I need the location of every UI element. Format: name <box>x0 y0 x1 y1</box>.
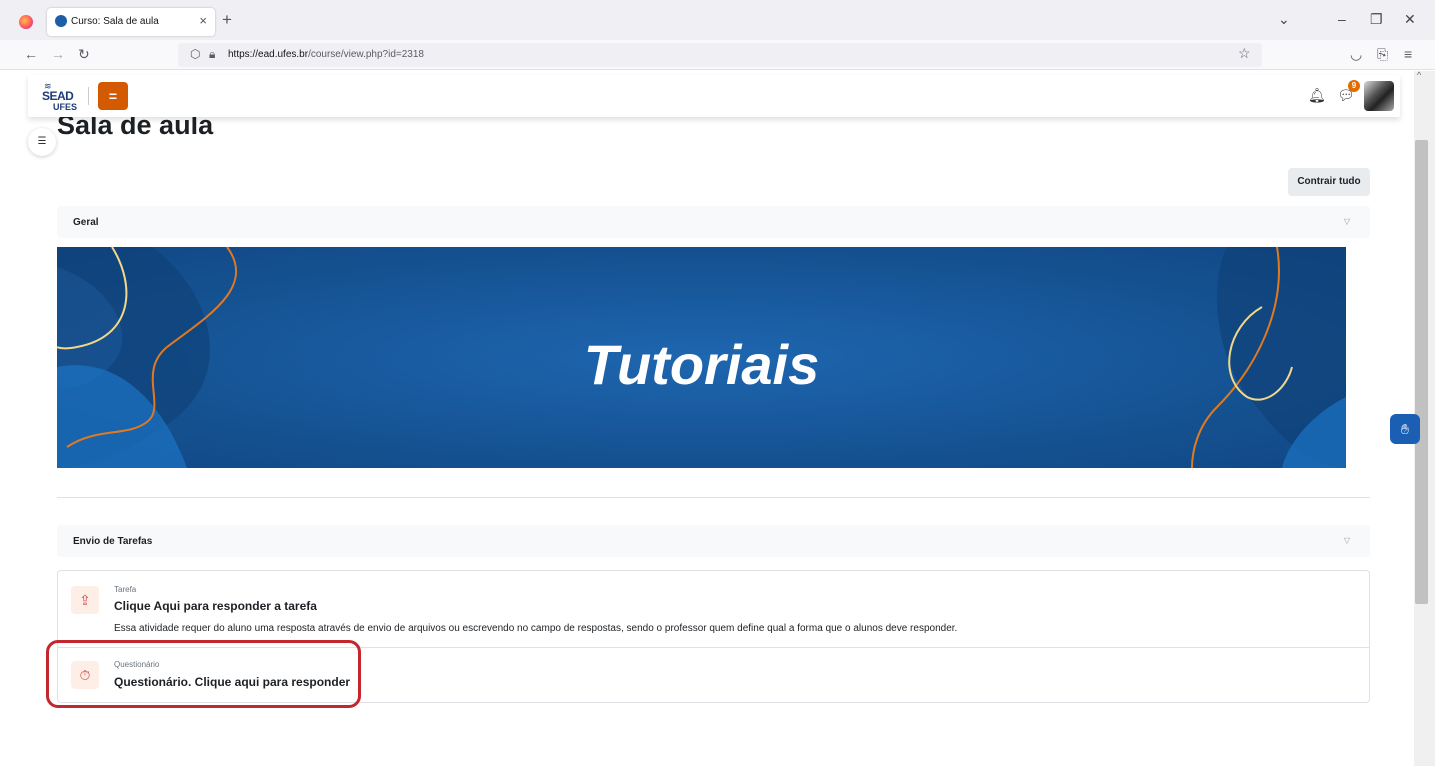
pocket-icon[interactable]: ◡ <box>1350 46 1362 63</box>
restore-icon[interactable]: ❐ <box>1370 11 1383 28</box>
shield-icon[interactable]: ⬡ <box>190 47 200 61</box>
browser-tab-bar: Curso: Sala de aula × + ⌄ – ❐ ✕ <box>0 0 1435 40</box>
url-text[interactable]: https://ead.ufes.br/course/view.php?id=2… <box>228 49 424 60</box>
tab-title: Curso: Sala de aula <box>71 16 159 27</box>
url-bar[interactable]: ⬡ 🔒︎ https://ead.ufes.br/course/view.php… <box>178 43 1262 67</box>
scroll-up-icon[interactable]: ^ <box>1417 70 1421 80</box>
logo-text-ufes: UFES <box>53 102 78 112</box>
course-index-toggle-icon[interactable]: ☰ <box>28 128 56 156</box>
bookmark-star-icon[interactable]: ☆ <box>1238 45 1251 62</box>
activity-type-label: Tarefa <box>114 585 137 594</box>
logo-text-sead: SEAD <box>42 89 74 103</box>
extensions-icon[interactable]: ⎘ <box>1377 46 1388 63</box>
tutoriais-banner: Tutoriais <box>57 247 1346 468</box>
list-all-tabs-icon[interactable]: ⌄ <box>1278 11 1290 28</box>
browser-tab[interactable]: Curso: Sala de aula × <box>47 8 215 36</box>
back-arrow-icon[interactable]: ← <box>24 46 38 62</box>
chevron-down-icon[interactable]: ▽ <box>1344 536 1350 545</box>
accessibility-hand-icon[interactable]: ✋︎ <box>1390 414 1420 444</box>
drawer-menu-button[interactable]: = <box>98 82 128 110</box>
reload-icon[interactable]: ↻ <box>78 46 90 63</box>
firefox-logo-icon[interactable] <box>19 15 33 29</box>
window-close-icon[interactable]: ✕ <box>1404 11 1416 28</box>
section-title: Envio de Tarefas <box>73 536 153 547</box>
tab-close-icon[interactable]: × <box>199 13 207 28</box>
sead-ufes-logo[interactable]: ≋ SEAD UFES <box>42 81 78 113</box>
highlight-annotation <box>46 640 361 708</box>
activity-description: Essa atividade requer do aluno uma respo… <box>114 623 958 634</box>
chevron-down-icon[interactable]: ▽ <box>1344 217 1350 226</box>
section-title: Geral <box>73 217 99 228</box>
scrollbar-thumb[interactable] <box>1415 140 1428 604</box>
assignment-link[interactable]: Clique Aqui para responder a tarefa <box>114 599 317 613</box>
banner-title: Tutoriais <box>583 333 820 396</box>
site-favicon-icon <box>55 15 67 27</box>
site-header: ≋ SEAD UFES = 🔔︎ 💬︎ 9 <box>28 75 1400 117</box>
minimize-icon[interactable]: – <box>1338 11 1346 27</box>
collapse-all-button[interactable]: Contrair tudo <box>1288 168 1370 196</box>
forward-arrow-icon[interactable]: → <box>51 46 65 62</box>
user-avatar[interactable] <box>1364 81 1394 111</box>
section-header-envio-de-tarefas[interactable]: Envio de Tarefas ▽ <box>57 525 1370 557</box>
new-tab-icon[interactable]: + <box>222 10 232 30</box>
section-divider <box>57 497 1370 498</box>
browser-nav-bar: ← → ↻ ⬡ 🔒︎ https://ead.ufes.br/course/vi… <box>0 40 1435 70</box>
section-header-geral[interactable]: Geral ▽ <box>57 206 1370 238</box>
hamburger-menu-icon[interactable]: ≡ <box>1404 46 1412 62</box>
assignment-upload-icon: ⇪ <box>71 586 99 614</box>
notification-bell-icon[interactable]: 🔔︎ <box>1308 87 1326 104</box>
message-count-badge: 9 <box>1348 80 1360 92</box>
logo-divider <box>88 87 89 105</box>
lock-icon[interactable]: 🔒︎ <box>209 47 215 62</box>
